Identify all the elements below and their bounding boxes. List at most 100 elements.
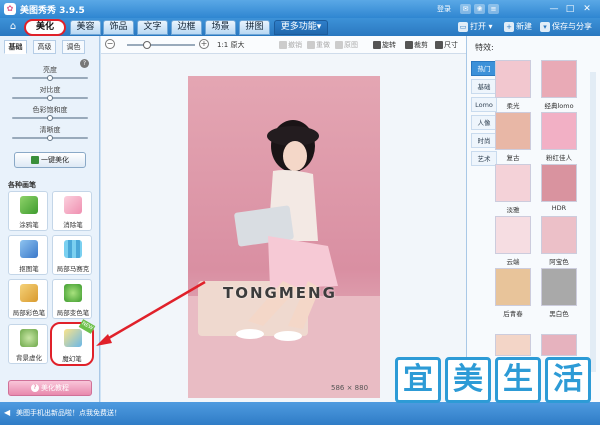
- effect-soft-light-label: 柔光: [506, 102, 520, 110]
- original-size-button[interactable]: 1:1 原大: [217, 39, 245, 51]
- tab-text[interactable]: 文字: [137, 20, 168, 35]
- saturation-slider-knob[interactable]: [47, 115, 53, 121]
- saturation-slider[interactable]: [12, 115, 88, 121]
- new-button[interactable]: + 新建: [504, 20, 532, 34]
- contrast-slider-knob[interactable]: [47, 95, 53, 101]
- undo-icon: [279, 41, 287, 49]
- contrast-label: 对比度: [39, 86, 61, 94]
- effect-post-youth[interactable]: [495, 268, 531, 306]
- redo-button[interactable]: 重做: [307, 39, 330, 51]
- brand-char-4: 活: [545, 357, 591, 403]
- canvas-area: − + 1:1 原大 撤销 重做 原图 旋转 裁剪 尺寸 TONGMENG 58…: [101, 36, 466, 402]
- brightness-slider-knob[interactable]: [47, 75, 53, 81]
- image-dimensions: 586 × 880: [331, 384, 369, 392]
- main-toolbar: ⌂ 美化 美容 饰品 文字 边框 场景 拼图 更多功能▾ ▭ 打开 ▾ + 新建 ▾…: [0, 18, 600, 36]
- rotate-icon: [373, 41, 381, 49]
- save-share-button[interactable]: ▾ 保存与分享: [540, 20, 592, 34]
- folder-icon: ▭: [458, 21, 468, 32]
- photo-watermark: TONGMENG: [223, 284, 337, 302]
- rotate-button[interactable]: 旋转: [373, 39, 396, 51]
- resize-icon: [435, 41, 443, 49]
- tab-more-features[interactable]: 更多功能▾: [274, 20, 328, 35]
- mosaic-brush-button[interactable]: 局部马赛克: [52, 235, 92, 275]
- window-title: 美图秀秀 3.9.5: [20, 6, 85, 16]
- login-link[interactable]: 登录: [437, 4, 451, 14]
- menu-icon[interactable]: ≡: [488, 4, 499, 14]
- effect-more-2[interactable]: [541, 334, 577, 356]
- effect-more-1[interactable]: [495, 334, 531, 356]
- minimize-icon[interactable]: —: [548, 3, 560, 15]
- brightness-slider[interactable]: [12, 75, 88, 81]
- recolor-brush-icon: [64, 284, 82, 302]
- effects-panel: 特效: 热门 基础 Lomo 人像 时尚 艺术 柔光 经典lomo 复古 粉红佳…: [466, 36, 600, 402]
- effect-elegant[interactable]: [495, 164, 531, 202]
- canvas-toolbar: − + 1:1 原大 撤销 重做 原图 旋转 裁剪 尺寸: [101, 36, 466, 54]
- subtab-color[interactable]: 调色: [62, 40, 85, 54]
- effect-hdr[interactable]: [541, 164, 577, 202]
- photo-illustration: [188, 120, 380, 398]
- effect-retro[interactable]: [495, 112, 531, 150]
- background-blur-button[interactable]: 背景虚化: [8, 324, 48, 364]
- save-icon: ▾: [540, 21, 550, 32]
- local-color-brush-button[interactable]: 局部彩色笔: [8, 279, 48, 319]
- resize-button[interactable]: 尺寸: [435, 39, 458, 51]
- zoom-slider-knob[interactable]: [143, 41, 152, 49]
- eraser-brush-button[interactable]: 消除笔: [52, 191, 92, 231]
- category-fashion[interactable]: 时尚: [471, 133, 497, 148]
- brand-char-3: 生: [495, 357, 541, 403]
- category-basic[interactable]: 基础: [471, 79, 497, 94]
- color-brush-icon: [20, 284, 38, 302]
- local-recolor-brush-button[interactable]: 局部变色笔: [52, 279, 92, 319]
- doodle-brush-button[interactable]: 涂鸦笔: [8, 191, 48, 231]
- subtab-advanced[interactable]: 高级: [33, 40, 56, 54]
- sharpness-slider[interactable]: [12, 135, 88, 141]
- effects-title: 特效:: [475, 43, 494, 52]
- brightness-label: 亮度: [43, 66, 57, 74]
- cutout-brush-button[interactable]: 抠图笔: [8, 235, 48, 275]
- tab-collage[interactable]: 拼图: [239, 20, 270, 35]
- photo-canvas[interactable]: [188, 76, 380, 398]
- tab-border[interactable]: 边框: [171, 20, 202, 35]
- sharpness-slider-knob[interactable]: [47, 135, 53, 141]
- tab-beautify[interactable]: 美化: [24, 19, 66, 36]
- effect-pink-lady[interactable]: [541, 112, 577, 150]
- zoom-out-icon[interactable]: −: [105, 39, 115, 49]
- cutout-icon: [20, 240, 38, 258]
- promo-link[interactable]: 美图手机出新品啦！点我免费送！: [16, 408, 121, 418]
- skin-icon[interactable]: ❀: [474, 4, 485, 14]
- effect-soft-light[interactable]: [495, 60, 531, 98]
- effect-cloud[interactable]: [495, 216, 531, 254]
- message-icon[interactable]: ✉: [460, 4, 471, 14]
- effect-black-white[interactable]: [541, 268, 577, 306]
- open-button[interactable]: ▭ 打开 ▾: [458, 20, 493, 34]
- maximize-icon[interactable]: □: [564, 3, 576, 15]
- brand-char-2: 美: [445, 357, 491, 403]
- effect-elegant-label: 淡雅: [506, 206, 520, 214]
- zoom-in-icon[interactable]: +: [199, 39, 209, 49]
- tab-beauty[interactable]: 美容: [70, 20, 101, 35]
- crop-button[interactable]: 裁剪: [405, 39, 428, 51]
- one-key-beautify-button[interactable]: 一键美化: [14, 152, 86, 168]
- effect-classic-lomo-label: 经典lomo: [544, 102, 574, 110]
- tab-accessories[interactable]: 饰品: [103, 20, 134, 35]
- plus-icon: +: [504, 21, 514, 32]
- magic-brush-icon: [64, 329, 82, 347]
- play-icon: ?: [31, 384, 39, 392]
- contrast-slider[interactable]: [12, 95, 88, 101]
- effect-classic-lomo[interactable]: [541, 60, 577, 98]
- magic-brush-button[interactable]: 魔幻笔 NEW: [50, 319, 96, 366]
- close-icon[interactable]: ✕: [581, 3, 593, 15]
- undo-button[interactable]: 撤销: [279, 39, 302, 51]
- zoom-slider[interactable]: [127, 44, 195, 46]
- beautify-tutorial-button[interactable]: ? 美化教程: [8, 380, 92, 396]
- background-blur-icon: [20, 329, 38, 347]
- subtab-basic[interactable]: 基础: [4, 40, 27, 54]
- effects-scrollbar[interactable]: [590, 72, 596, 372]
- tab-scene[interactable]: 场景: [205, 20, 236, 35]
- category-hot[interactable]: 热门: [471, 61, 497, 76]
- effect-abao[interactable]: [541, 216, 577, 254]
- saturation-label: 色彩饱和度: [32, 106, 68, 114]
- home-icon[interactable]: ⌂: [4, 19, 22, 35]
- reset-button[interactable]: 原图: [335, 39, 358, 51]
- category-portrait[interactable]: 人像: [471, 115, 497, 130]
